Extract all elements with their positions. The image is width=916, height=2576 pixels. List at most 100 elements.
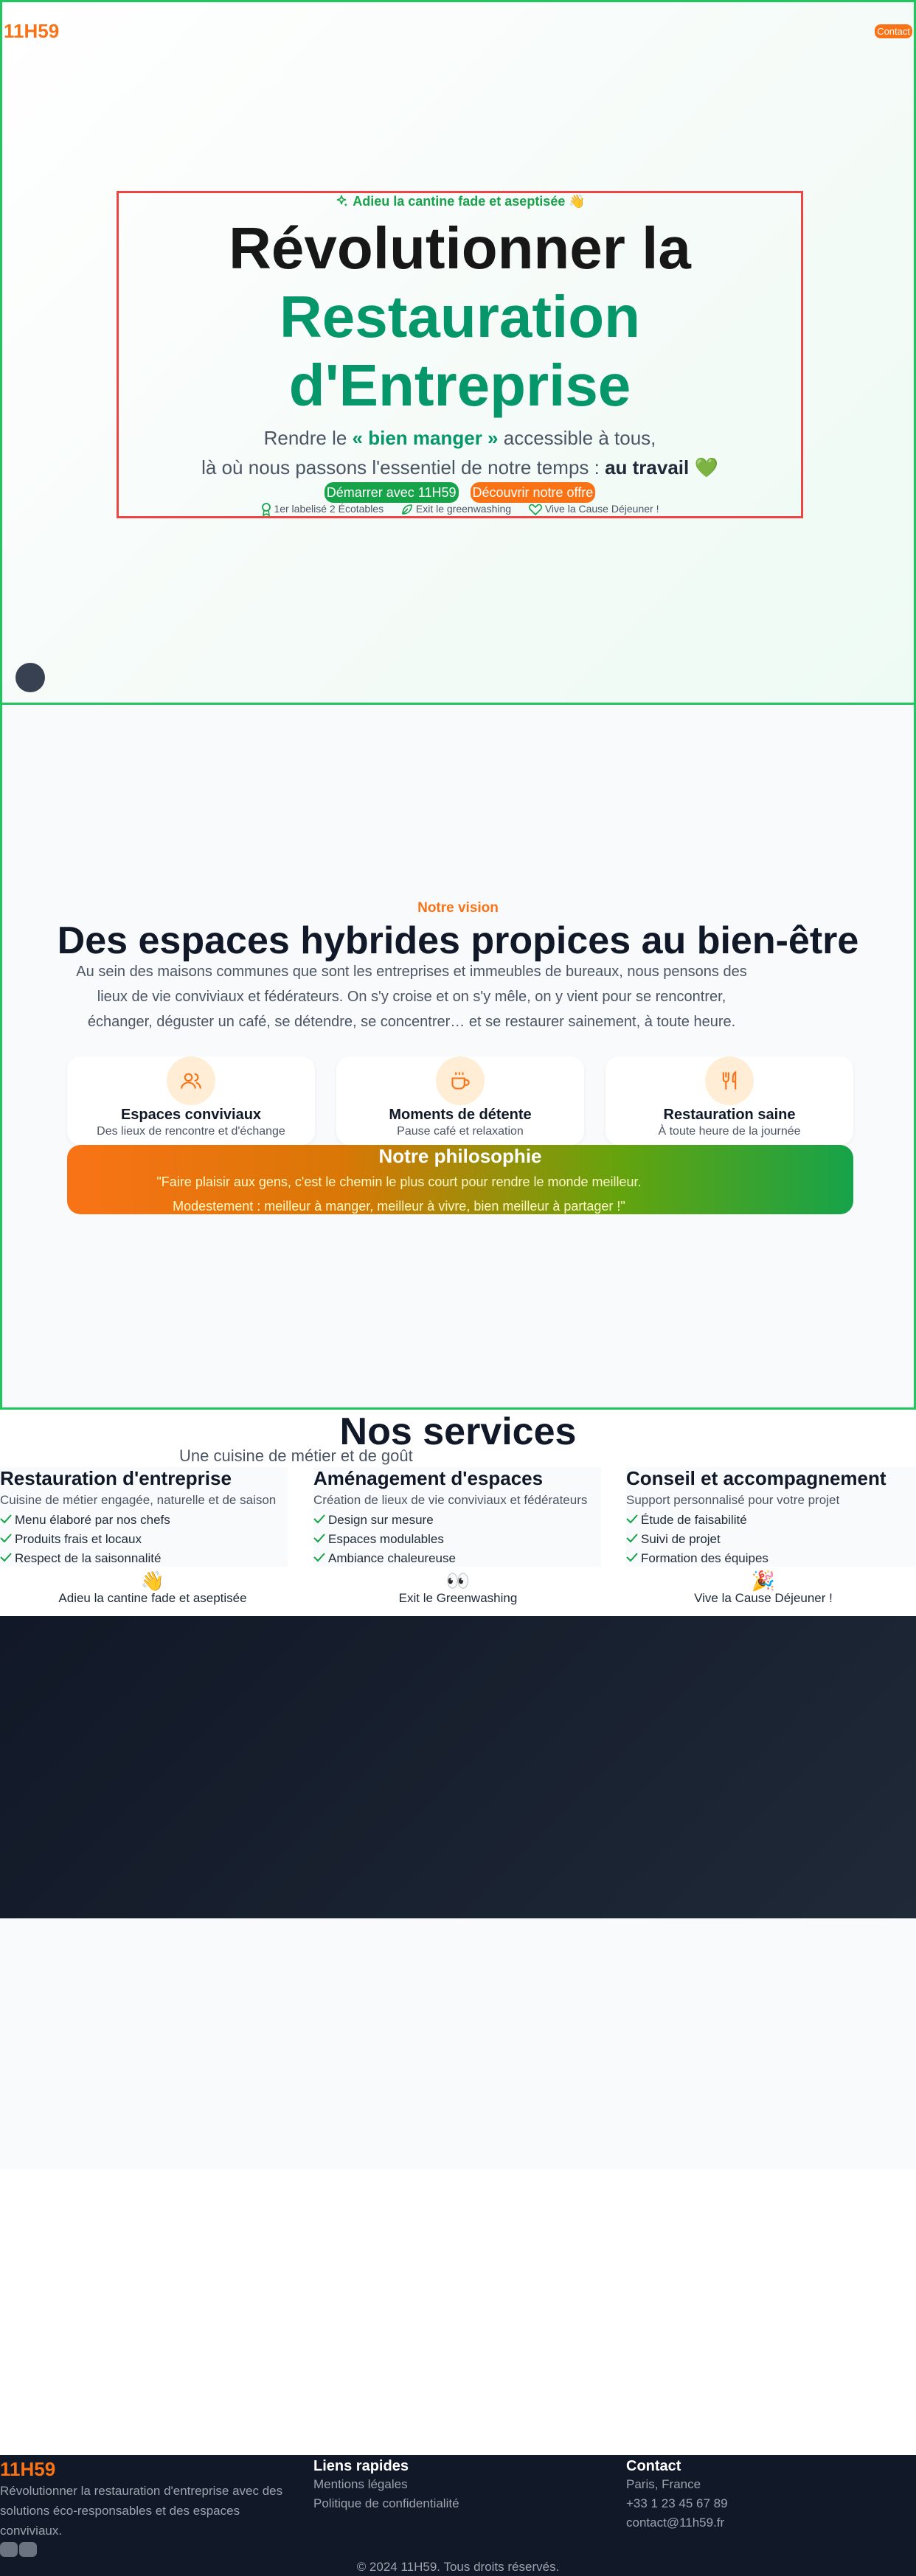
hero-content: Adieu la cantine fade et aseptisée 👋 Rév… (117, 191, 803, 518)
motto-item: 🎉 Vive la Cause Déjeuner ! (611, 1570, 916, 1606)
philosophy-quote: "Faire plaisir aux gens, c'est le chemin… (156, 1174, 642, 1214)
utensils-icon (722, 1071, 737, 1090)
green-heart-icon: 💚 (694, 456, 718, 478)
heart-icon (528, 504, 542, 516)
feature-card: Moments de détente Pause café et relaxat… (336, 1056, 584, 1145)
service-points: Étude de faisabilité Suivi de projet For… (626, 1511, 916, 1568)
vision-section: Notre vision Des espaces hybrides propic… (0, 705, 916, 1410)
feature-cards: Espaces conviviaux Des lieux de rencontr… (67, 1056, 853, 1145)
footer-contact: Contact Paris, France +33 1 23 45 67 89 … (626, 2458, 916, 2533)
badge-greenwashing: Exit le greenwashing (401, 503, 514, 515)
service-card: Restauration d'entreprise Cuisine de mét… (0, 1467, 288, 1567)
contact-nav-button[interactable]: Contact (875, 24, 912, 38)
services-title: Nos services (339, 1410, 577, 1453)
footer-real: 11H59 Révolutionner la restauration d'en… (0, 2455, 916, 2576)
card-desc: Pause café et relaxation (397, 1125, 524, 1138)
service-points: Design sur mesure Espaces modulables Amb… (313, 1511, 601, 1568)
check-icon (626, 1530, 641, 1549)
service-desc: Cuisine de métier engagée, naturelle et … (0, 1493, 277, 1507)
badge-ecotable: 1er labelisé 2 Écotables (261, 503, 386, 517)
feature-card: Restauration saine À toute heure de la j… (606, 1056, 853, 1145)
check-icon (313, 1530, 328, 1549)
service-title: Aménagement d'espaces (313, 1467, 544, 1489)
coffee-icon (451, 1072, 470, 1090)
highlight-text: « bien manger » (352, 427, 499, 449)
list-item: Menu élaboré par nos chefs (0, 1511, 288, 1530)
motto-item: 👀 Exit le Greenwashing (305, 1570, 611, 1606)
contact-address: Paris, France (626, 2477, 701, 2491)
feature-card: Espaces conviviaux Des lieux de rencontr… (67, 1056, 315, 1145)
service-desc: Création de lieux de vie conviviaux et f… (313, 1493, 588, 1507)
contact-phone[interactable]: +33 1 23 45 67 89 (626, 2494, 916, 2513)
check-icon (626, 1549, 641, 1568)
start-button[interactable]: Démarrer avec 11H59 (324, 482, 459, 503)
footer-links: Liens rapides Mentions légales Politique… (313, 2458, 616, 2513)
hero-title-line1: Révolutionner la (229, 215, 691, 281)
hero-title-line2: Restauration (280, 284, 640, 349)
card-icon-circle (705, 1056, 754, 1105)
list-item: Formation des équipes (626, 1549, 916, 1568)
check-icon (313, 1511, 328, 1530)
sparkles-icon (336, 195, 348, 207)
list-item: Suivi de projet (626, 1530, 916, 1549)
section-tag: Notre vision (417, 900, 499, 916)
footer-logo[interactable]: 11H59 (0, 2458, 302, 2481)
card-title: Espaces conviviaux (120, 1107, 262, 1123)
check-icon (626, 1511, 641, 1530)
motto-item: 👋 Adieu la cantine fade et aseptisée (0, 1570, 305, 1606)
hero-badges: 1er labelisé 2 Écotables Exit le greenwa… (119, 503, 801, 517)
card-desc: À toute heure de la journée (658, 1125, 801, 1138)
social-icon[interactable] (19, 2542, 37, 2557)
check-icon (0, 1530, 15, 1549)
list-item: Design sur mesure (313, 1511, 601, 1530)
service-card: Conseil et accompagnement Support person… (626, 1467, 916, 1567)
service-card: Aménagement d'espaces Création de lieux … (313, 1467, 601, 1567)
philosophy-banner: Notre philosophie "Faire plaisir aux gen… (67, 1145, 853, 1214)
service-points: Menu élaboré par nos chefs Produits frai… (0, 1511, 288, 1568)
philosophy-title: Notre philosophie (378, 1145, 542, 1167)
footer-link-privacy[interactable]: Politique de confidentialité (313, 2494, 616, 2513)
vision-title: Des espaces hybrides propices au bien-êt… (57, 919, 859, 962)
waving-hand-icon: 👋 (140, 1570, 165, 1592)
service-desc: Support personnalisé pour votre projet (626, 1493, 840, 1507)
card-icon-circle (167, 1056, 215, 1105)
service-title: Conseil et accompagnement (626, 1467, 886, 1489)
eyes-icon: 👀 (445, 1570, 471, 1592)
social-icon[interactable] (0, 2542, 18, 2557)
list-item: Produits frais et locaux (0, 1530, 288, 1549)
award-icon (261, 503, 271, 517)
dark-section (0, 1616, 916, 1918)
list-item: Espaces modulables (313, 1530, 601, 1549)
card-desc: Des lieux de rencontre et d'échange (97, 1125, 285, 1138)
hero-cta-group: Démarrer avec 11H59 Découvrir notre offr… (119, 482, 801, 503)
leaf-icon (402, 504, 412, 515)
check-icon (313, 1549, 328, 1568)
card-title: Restauration saine (663, 1107, 796, 1123)
contact-email[interactable]: contact@11h59.fr (626, 2513, 916, 2533)
list-item: Ambiance chaleureuse (313, 1549, 601, 1568)
check-icon (0, 1511, 15, 1530)
list-item: Respect de la saisonnalité (0, 1549, 288, 1568)
light-section (0, 1918, 916, 2169)
users-icon (181, 1073, 201, 1089)
hero-title-line3: d'Entreprise (288, 352, 631, 418)
footer-link-legal[interactable]: Mentions légales (313, 2475, 616, 2494)
hero-section: 11H59 Contact Adieu la cantine fade et a… (0, 0, 916, 705)
footer-contact-title: Contact (626, 2458, 681, 2474)
card-title: Moments de détente (389, 1107, 532, 1123)
list-item: Étude de faisabilité (626, 1511, 916, 1530)
copyright: © 2024 11H59. Tous droits réservés. (356, 2560, 560, 2574)
footer-brand: 11H59 Révolutionner la restauration d'en… (0, 2458, 302, 2558)
check-icon (0, 1549, 15, 1568)
service-title: Restauration d'entreprise (0, 1467, 232, 1489)
logo[interactable]: 11H59 (4, 20, 59, 43)
discover-offer-button[interactable]: Découvrir notre offre (470, 482, 596, 503)
footer-links-title: Liens rapides (313, 2458, 409, 2474)
card-icon-circle (436, 1056, 485, 1105)
hero-subtitle: Rendre le « bien manger » accessible à t… (201, 427, 718, 478)
party-popper-icon: 🎉 (751, 1570, 776, 1592)
vision-text: Au sein des maisons communes que sont le… (76, 964, 747, 1030)
chat-widget-button[interactable] (15, 663, 45, 692)
services-subtitle: Une cuisine de métier et de goût (179, 1447, 413, 1465)
social-links (0, 2542, 302, 2558)
